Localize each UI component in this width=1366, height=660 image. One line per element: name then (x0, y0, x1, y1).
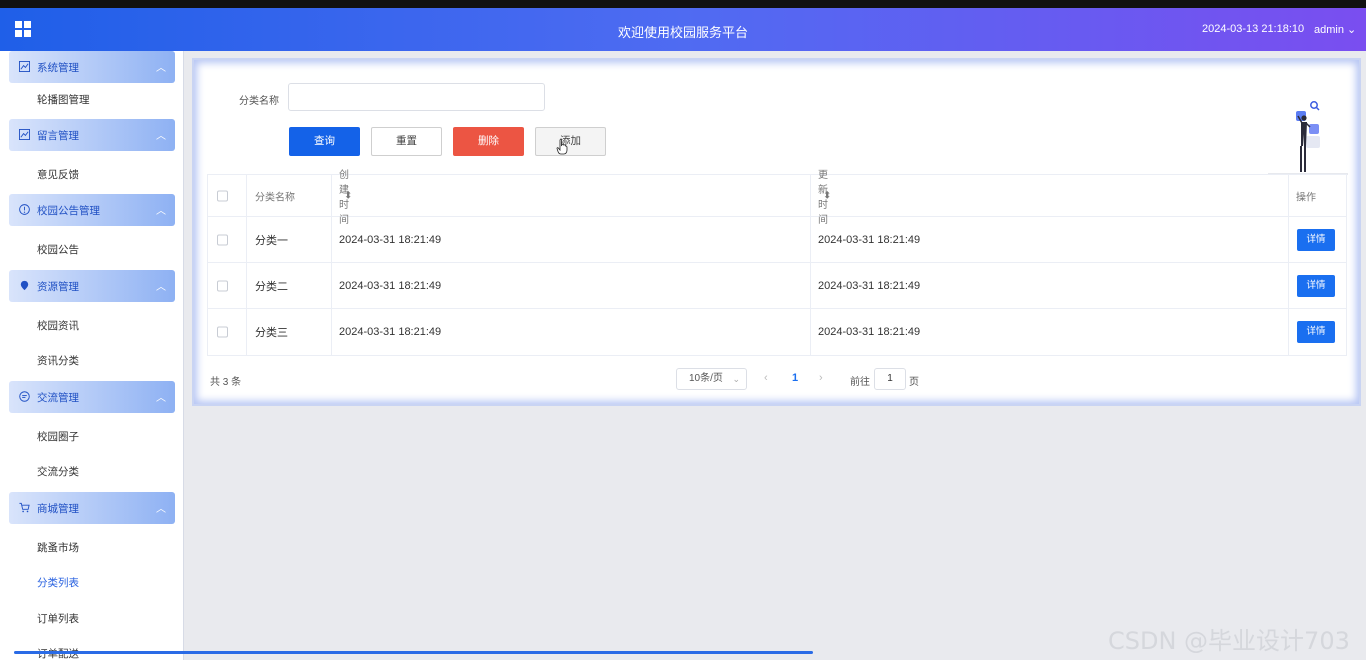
detail-button[interactable]: 详情 (1297, 228, 1335, 251)
column-header[interactable]: 更新时间 ⬍ (811, 170, 1289, 226)
row-checkbox[interactable] (217, 280, 228, 291)
sidebar-item-order-list[interactable]: 订单列表 (37, 611, 79, 626)
image-icon (19, 129, 30, 140)
goto-page-input[interactable]: 1 (874, 368, 906, 390)
column-action-header: 操作 (1296, 192, 1316, 203)
column-header[interactable]: 创建时间 ⬍ (332, 170, 811, 226)
column-header: 操作 (1289, 175, 1346, 216)
prev-page-icon[interactable]: ‹ (764, 372, 768, 384)
sidebar-group-label: 商城管理 (37, 503, 79, 515)
sidebar-group-label: 校园公告管理 (37, 205, 100, 217)
detail-button[interactable]: 详情 (1297, 321, 1335, 343)
sidebar-item-campus-news[interactable]: 校园资讯 (37, 318, 79, 333)
search-label: 分类名称 (239, 96, 279, 107)
table-row: 分类三 2024-03-31 18:21:49 2024-03-31 18:21… (208, 309, 1346, 355)
delete-button[interactable]: 删除 (453, 127, 524, 156)
cart-icon (19, 502, 30, 513)
add-button[interactable]: 添加 (535, 127, 606, 156)
detail-button[interactable]: 详情 (1297, 274, 1335, 297)
image-icon (19, 61, 30, 72)
hand-cursor-icon (556, 139, 568, 155)
sidebar-item-news-category[interactable]: 资讯分类 (37, 353, 79, 368)
cell-created: 2024-03-31 18:21:49 (339, 279, 442, 292)
sidebar-group-notice[interactable]: 校园公告管理 ︿ (9, 194, 175, 226)
chevron-up-icon: ︿ (156, 282, 166, 293)
chevron-up-icon: ︿ (156, 504, 166, 515)
cell-updated: 2024-03-31 18:21:49 (818, 233, 921, 246)
chevron-down-icon: ⌄ (1343, 24, 1357, 36)
info-circle-icon (19, 204, 30, 215)
sidebar-group-mall[interactable]: 商城管理 ︿ (9, 492, 175, 524)
chevron-up-icon: ︿ (156, 206, 166, 217)
chat-bubble-icon (19, 391, 30, 402)
chevron-up-icon: ︿ (156, 131, 166, 142)
app-title: 欢迎使用校园服务平台 (617, 25, 748, 40)
cell-name: 分类一 (255, 234, 288, 247)
datetime-display: 2024-03-13 21:18:10 (1202, 23, 1305, 35)
cell-created: 2024-03-31 18:21:49 (339, 233, 442, 246)
top-bar: 欢迎使用校园服务平台 2024-03-13 21:18:10 admin ⌄ (0, 0, 1366, 51)
sidebar-group-system[interactable]: 系统管理 ︿ (9, 51, 175, 83)
sidebar-group-message[interactable]: 留言管理 ︿ (9, 119, 175, 151)
select-all-checkbox[interactable] (217, 190, 228, 201)
sidebar: 系统管理 ︿ 轮播图管理 留言管理 ︿ 意见反馈 校园公告管理 ︿ 校园公告 资… (0, 51, 184, 660)
row-checkbox[interactable] (217, 326, 228, 338)
sidebar-item-flea-market[interactable]: 跳蚤市场 (37, 540, 79, 555)
sort-icon[interactable]: ⬍ (344, 190, 352, 201)
cell-updated: 2024-03-31 18:21:49 (818, 279, 921, 292)
sidebar-group-label: 留言管理 (37, 130, 79, 142)
category-name-input[interactable] (288, 83, 545, 111)
table-row: 分类一 2024-03-31 18:21:49 2024-03-31 18:21… (208, 217, 1346, 263)
sidebar-group-label: 系统管理 (37, 62, 79, 74)
goto-label: 前往 (850, 377, 870, 388)
user-menu[interactable]: admin ⌄ (1314, 23, 1356, 36)
sidebar-group-resource[interactable]: 资源管理 ︿ (9, 270, 175, 302)
table-header-row: 分类名称 创建时间 ⬍ 更新时间 ⬍ 操作 (208, 170, 1346, 226)
sidebar-group-label: 资源管理 (37, 281, 79, 293)
cell-name: 分类三 (255, 327, 288, 339)
chevron-up-icon: ︿ (156, 393, 166, 404)
search-person-illustration (1268, 101, 1348, 175)
location-pin-icon (20, 280, 29, 291)
query-button[interactable]: 查询 (289, 127, 360, 156)
sidebar-item-campus-notice[interactable]: 校园公告 (37, 242, 79, 257)
next-page-icon[interactable]: › (819, 372, 823, 384)
table-row: 分类二 2024-03-31 18:21:49 2024-03-31 18:21… (208, 263, 1346, 309)
category-table: 分类名称 创建时间 ⬍ 更新时间 ⬍ 操作 分类一 2024-03-31 18:21… (207, 170, 1347, 356)
chevron-down-icon: ⌄ (732, 374, 740, 384)
sidebar-item-banner[interactable]: 轮播图管理 (37, 92, 90, 107)
sidebar-item-category-list[interactable]: 分类列表 (37, 575, 79, 590)
column-name-header: 分类名称 (255, 192, 295, 203)
page-suffix-label: 页 (909, 377, 919, 388)
sidebar-item-exchange-category[interactable]: 交流分类 (37, 464, 79, 479)
sidebar-group-exchange[interactable]: 交流管理 ︿ (9, 381, 175, 413)
username: admin (1314, 24, 1344, 36)
sidebar-item-campus-circle[interactable]: 校园圈子 (37, 429, 79, 444)
cell-created: 2024-03-31 18:21:49 (339, 326, 442, 338)
page-number-current[interactable]: 1 (792, 372, 798, 384)
cell-updated: 2024-03-31 18:21:49 (818, 326, 921, 338)
total-count: 共 3 条 (210, 377, 242, 388)
sidebar-item-feedback[interactable]: 意见反馈 (37, 167, 79, 182)
watermark: CSDN @毕业设计703 (1108, 627, 1350, 655)
sort-icon[interactable]: ⬍ (823, 190, 831, 201)
row-checkbox[interactable] (217, 234, 228, 245)
sidebar-group-label: 交流管理 (37, 392, 79, 404)
chevron-up-icon: ︿ (156, 63, 166, 74)
column-header: 分类名称 (247, 175, 332, 216)
page-size-value: 10条/页 (689, 373, 723, 384)
page-size-select[interactable]: 10条/页 ⌄ (676, 368, 747, 390)
cell-name: 分类二 (255, 280, 288, 293)
horizontal-scrollbar[interactable] (14, 651, 813, 654)
reset-button[interactable]: 重置 (371, 127, 442, 156)
